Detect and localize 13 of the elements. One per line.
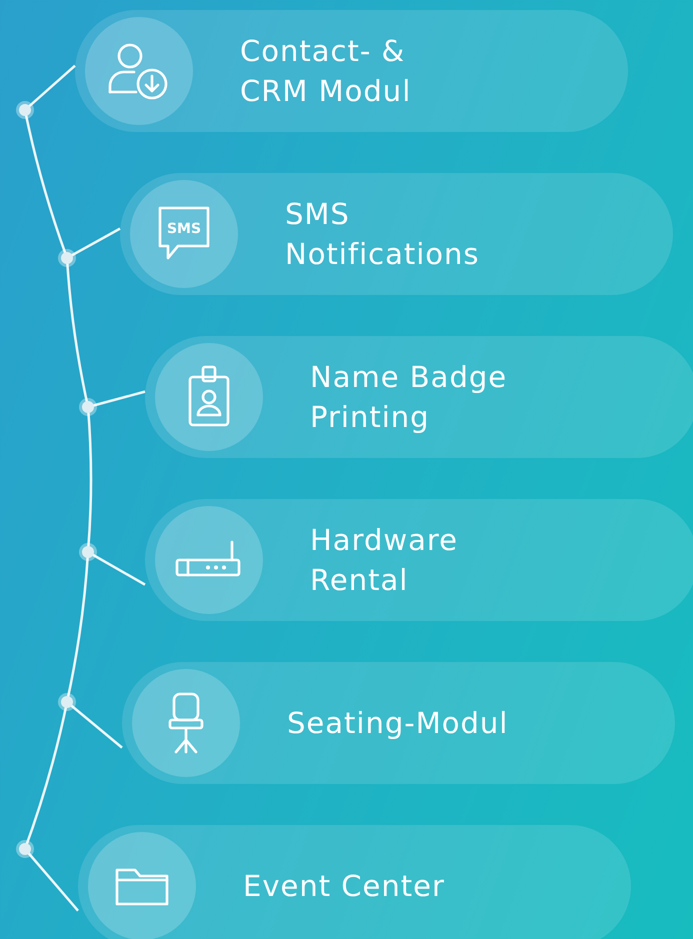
chair-icon — [166, 690, 206, 756]
timeline-dot — [79, 543, 97, 561]
timeline-dot — [58, 249, 76, 267]
module-title: Hardware Rental — [310, 522, 458, 599]
module-title: Contact- & CRM Modul — [240, 33, 412, 110]
timeline-dot — [16, 840, 34, 858]
module-title: SMS Notifications — [285, 196, 480, 273]
module-title: Event Center — [243, 868, 445, 905]
module-title: Name Badge Printing — [310, 359, 508, 436]
timeline-dot — [58, 693, 76, 711]
timeline-dot — [79, 398, 97, 416]
timeline-dot — [16, 101, 34, 119]
module-title: Seating-Modul — [287, 705, 508, 742]
